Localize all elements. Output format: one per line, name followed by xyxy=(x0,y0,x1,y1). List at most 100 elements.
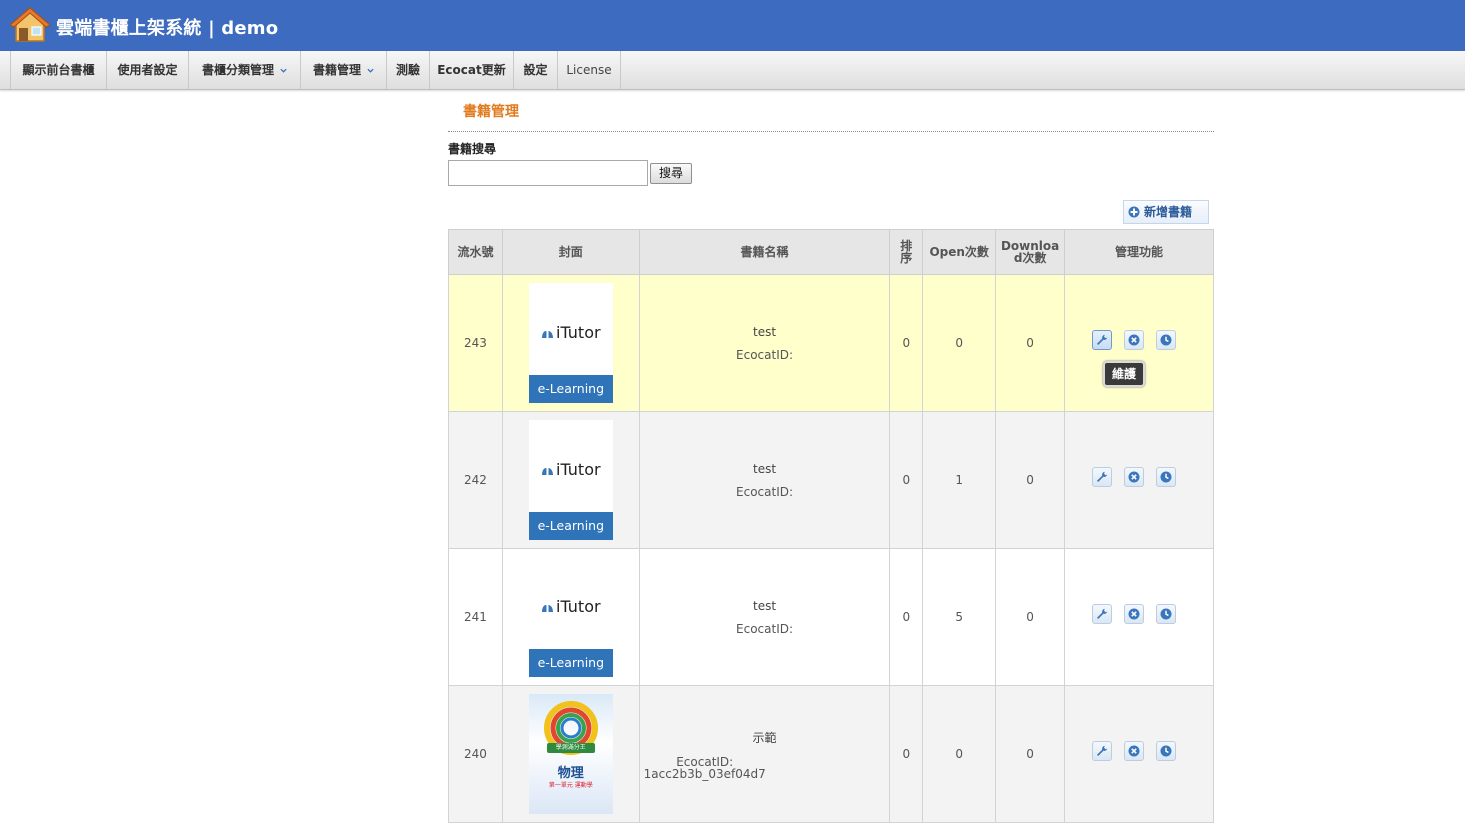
nav-item-user-settings[interactable]: 使用者設定 xyxy=(107,51,189,89)
add-book-button[interactable]: 新增書籍 xyxy=(1123,200,1209,224)
maintain-tooltip: 維護 xyxy=(1103,361,1145,387)
cover-brand-text: iTutor xyxy=(556,460,601,479)
itutor-logo-icon xyxy=(542,604,553,612)
cover-brand: iTutor xyxy=(529,597,613,616)
col-header-download-label: Download次數 xyxy=(1000,239,1060,265)
ecocat-id: EcocatID: xyxy=(736,622,794,636)
add-book-label: 新增書籍 xyxy=(1144,205,1193,219)
row-actions xyxy=(1089,603,1189,628)
manage-cell xyxy=(1064,548,1214,686)
col-header-order[interactable]: 排序 xyxy=(889,229,924,275)
wrench-icon xyxy=(1097,334,1108,345)
search-label: 書籍搜尋 xyxy=(448,142,497,156)
clock-icon xyxy=(1160,334,1172,345)
history-button[interactable] xyxy=(1156,329,1177,350)
history-button[interactable] xyxy=(1156,466,1177,487)
cover-band: e-Learning xyxy=(528,512,613,540)
history-button[interactable] xyxy=(1156,740,1177,761)
wrench-icon xyxy=(1097,745,1108,756)
delete-button[interactable] xyxy=(1124,329,1145,350)
ecocat-id: EcocatID: 1acc2b3b_03ef04d7 xyxy=(643,754,766,781)
clock-icon xyxy=(1160,745,1172,756)
col-header-open[interactable]: Open次數 xyxy=(922,229,997,275)
col-header-download[interactable]: Download次數 xyxy=(995,229,1066,275)
order-cell: 0 xyxy=(889,548,924,686)
nav-item-ecocat-update[interactable]: Ecocat更新 xyxy=(430,51,514,89)
maintain-button[interactable] xyxy=(1092,740,1113,761)
book-name: test xyxy=(753,325,777,339)
col-header-name[interactable]: 書籍名稱 xyxy=(638,229,891,275)
row-actions xyxy=(1089,329,1189,354)
delete-button[interactable] xyxy=(1124,740,1145,761)
delete-button[interactable] xyxy=(1124,603,1145,624)
col-header-serial[interactable]: 流水號 xyxy=(448,229,503,275)
book-name: test xyxy=(753,599,777,613)
nav-item-label: 顯示前台書櫃 xyxy=(22,63,95,77)
book-name: 示範 xyxy=(752,730,777,745)
search-button[interactable]: 搜尋 xyxy=(650,163,692,184)
nav-item-shelf-category[interactable]: 書櫃分類管理 xyxy=(189,51,301,89)
book-cover[interactable]: iTutor e-Learning xyxy=(528,420,613,540)
books-table: 流水號 封面 書籍名稱 排序 Open次數 Download次數 管理功能 24… xyxy=(448,229,1214,823)
serial-cell: 243 xyxy=(448,274,503,412)
nav-item-quiz[interactable]: 測驗 xyxy=(387,51,430,89)
maintain-button[interactable] xyxy=(1092,466,1113,487)
maintain-button[interactable] xyxy=(1092,603,1113,624)
app-title: 雲端書櫃上架系統 | demo xyxy=(56,18,279,39)
open-count-cell: 0 xyxy=(922,274,997,412)
nav-item-book-management[interactable]: 書籍管理 xyxy=(301,51,387,89)
cover-cell: 學測滿分王 物理 第一單元 運動學 xyxy=(501,685,640,823)
cover-cell: iTutor e-Learning xyxy=(501,411,640,549)
name-cell: 示範 EcocatID: 1acc2b3b_03ef04d7 xyxy=(638,685,891,823)
cover-title: 物理 xyxy=(557,766,584,781)
ecocat-id: EcocatID: xyxy=(736,485,794,499)
close-circle-icon xyxy=(1128,608,1140,619)
house-icon[interactable] xyxy=(10,6,50,44)
name-cell: test EcocatID: xyxy=(638,411,891,549)
nav-item-settings[interactable]: 設定 xyxy=(514,51,558,89)
nav-item-label: License xyxy=(566,63,612,77)
plus-circle-icon xyxy=(1128,206,1140,218)
nav-item-frontend-shelf[interactable]: 顯示前台書櫃 xyxy=(10,51,107,89)
itutor-logo-icon xyxy=(542,330,553,338)
cover-band: e-Learning xyxy=(528,375,613,403)
name-cell: test EcocatID: xyxy=(638,548,891,686)
book-cover[interactable]: iTutor e-Learning xyxy=(528,557,613,677)
nav-item-label: 書籍管理 xyxy=(312,63,361,77)
nav-item-license[interactable]: License xyxy=(558,51,621,89)
nav-item-label: 測驗 xyxy=(395,63,420,77)
download-count-cell: 0 xyxy=(995,685,1066,823)
open-count-cell: 0 xyxy=(922,685,997,823)
order-cell: 0 xyxy=(889,274,924,412)
nav-item-label: Ecocat更新 xyxy=(437,63,506,77)
delete-button[interactable] xyxy=(1124,466,1145,487)
clock-icon xyxy=(1160,471,1172,482)
order-cell: 0 xyxy=(889,685,924,823)
open-count-cell: 5 xyxy=(922,548,997,686)
cover-brand: iTutor xyxy=(529,323,613,342)
maintain-button[interactable] xyxy=(1092,329,1113,350)
page-title: 書籍管理 xyxy=(463,104,519,120)
table-row: 243 iTutor e-Learning test EcocatID: 0 0… xyxy=(448,274,1214,412)
manage-cell xyxy=(1064,685,1214,823)
row-actions xyxy=(1089,466,1189,491)
chevron-down-icon xyxy=(280,68,287,73)
close-circle-icon xyxy=(1128,471,1140,482)
download-count-cell: 0 xyxy=(995,548,1066,686)
table-row: 241 iTutor e-Learning test EcocatID: 0 5… xyxy=(448,548,1214,686)
order-cell: 0 xyxy=(889,411,924,549)
cover-subtitle: 第一單元 運動學 xyxy=(548,782,593,789)
history-button[interactable] xyxy=(1156,603,1177,624)
book-name: test xyxy=(753,462,777,476)
book-cover[interactable]: 學測滿分王 物理 第一單元 運動學 xyxy=(528,694,613,814)
table-header-row: 流水號 封面 書籍名稱 排序 Open次數 Download次數 管理功能 xyxy=(448,229,1214,275)
col-header-cover: 封面 xyxy=(501,229,640,275)
search-input[interactable] xyxy=(448,160,648,186)
book-cover[interactable]: iTutor e-Learning xyxy=(528,283,613,403)
app-header: 雲端書櫃上架系統 | demo xyxy=(0,0,1465,51)
table-row: 240 學測滿分王 物理 第一單元 運動學 示範 EcocatID: 1acc2… xyxy=(448,685,1214,823)
name-cell: test EcocatID: xyxy=(638,274,891,412)
row-actions xyxy=(1089,740,1189,765)
nav-item-label: 書櫃分類管理 xyxy=(201,63,274,77)
nav-item-label: 設定 xyxy=(523,63,548,77)
